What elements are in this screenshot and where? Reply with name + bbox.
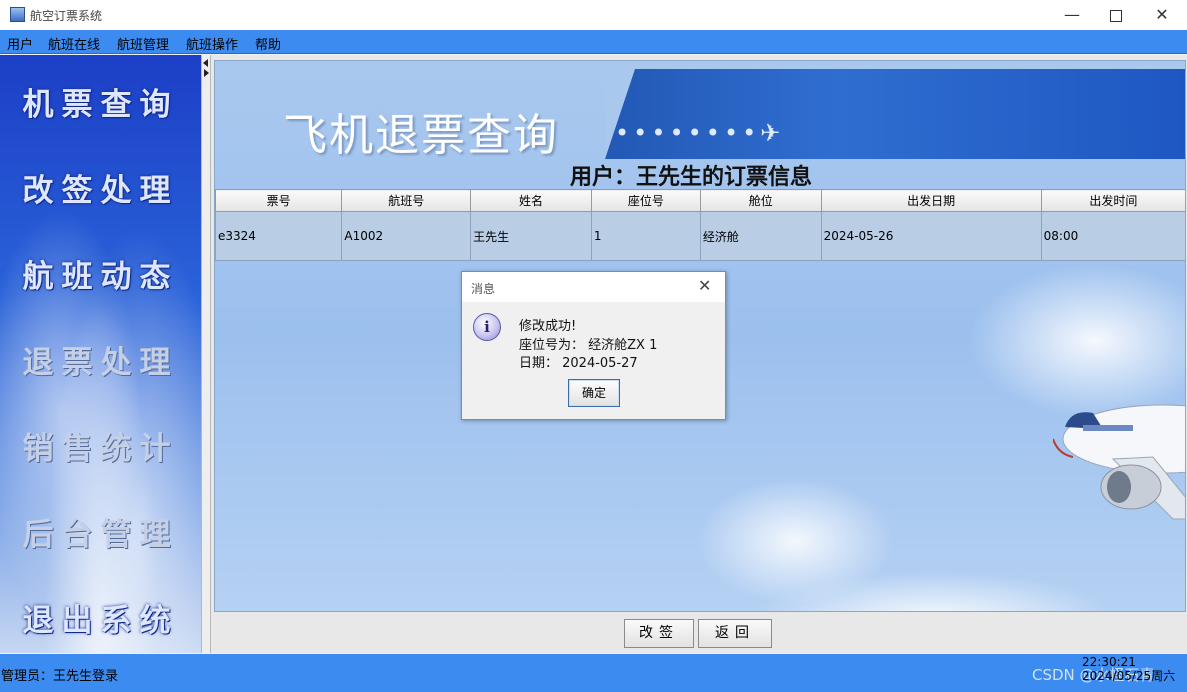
maximize-icon <box>1110 9 1122 22</box>
maximize-button[interactable] <box>1093 0 1139 30</box>
menu-flight-manage[interactable]: 航班管理 <box>117 34 169 53</box>
dialog-title: 消息 <box>471 282 496 296</box>
menu-flight-operate[interactable]: 航班操作 <box>186 34 238 53</box>
col-depart-time[interactable]: 出发时间 <box>1040 189 1185 212</box>
window-titlebar: 航空订票系统 — ✕ <box>0 0 1187 30</box>
collapse-right-icon[interactable] <box>204 69 209 77</box>
info-icon: i <box>473 313 501 341</box>
message-dialog: 消息 ✕ i 修改成功! 座位号为： 经济舱ZX 1 日期： 2024-05-2… <box>461 271 726 420</box>
col-depart-date[interactable]: 出发日期 <box>820 189 1042 212</box>
close-button[interactable]: ✕ <box>1139 0 1185 30</box>
cell-flight-no[interactable]: A1002 <box>341 211 472 261</box>
menu-help[interactable]: 帮助 <box>255 34 281 53</box>
cell-cabin[interactable]: 经济舱 <box>699 211 822 261</box>
window-title: 航空订票系统 <box>30 9 103 23</box>
col-seat-no[interactable]: 座位号 <box>590 189 701 212</box>
col-ticket-no[interactable]: 票号 <box>215 189 343 212</box>
sidebar: 机票查询 改签处理 航班动态 退票处理 销售统计 后台管理 退出系统 <box>0 55 201 653</box>
dialog-ok-button[interactable]: 确定 <box>568 379 620 407</box>
menu-bar: 用户 航班在线 航班管理 航班操作 帮助 <box>0 30 1187 54</box>
sidebar-item-ticket-query[interactable]: 机票查询 <box>0 79 201 124</box>
sidebar-item-flight-status[interactable]: 航班动态 <box>0 251 201 296</box>
table-row[interactable]: e3324 A1002 王先生 1 经济舱 2024-05-26 08:00 <box>215 211 1185 261</box>
menu-flight-online[interactable]: 航班在线 <box>48 34 100 53</box>
status-bar: 管理员：王先生登录 CSDN @水怪石青 22:30:21 2024/05/25… <box>0 654 1187 692</box>
dialog-titlebar: 消息 ✕ <box>462 272 725 302</box>
user-booking-title: 用户：王先生的订票信息 <box>570 165 813 190</box>
back-button[interactable]: 返回 <box>698 619 772 648</box>
sidebar-item-sales-stats[interactable]: 销售统计 <box>0 423 201 468</box>
col-name[interactable]: 姓名 <box>470 189 592 212</box>
dialog-message-line-3: 日期： 2024-05-27 <box>519 356 638 371</box>
col-flight-no[interactable]: 航班号 <box>341 189 472 212</box>
airplane-icon <box>1053 404 1185 520</box>
cell-depart-time[interactable]: 08:00 <box>1040 211 1185 261</box>
app-icon <box>10 7 25 22</box>
dialog-close-icon[interactable]: ✕ <box>698 276 711 295</box>
sidebar-item-rebook[interactable]: 改签处理 <box>0 165 201 210</box>
cell-seat-no[interactable]: 1 <box>590 211 701 261</box>
rebook-button[interactable]: 改签 <box>624 619 694 648</box>
clock: 22:30:21 2024/05/25周六 <box>1082 655 1175 683</box>
sidebar-item-admin[interactable]: 后台管理 <box>0 509 201 554</box>
banner-title: 飞机退票查询 <box>283 110 559 161</box>
collapse-left-icon[interactable] <box>203 59 208 67</box>
login-status: 管理员：王先生登录 <box>1 669 119 684</box>
clock-date: 2024/05/25周六 <box>1082 669 1176 683</box>
cell-ticket-no[interactable]: e3324 <box>215 211 343 261</box>
minimize-button[interactable]: — <box>1049 0 1095 30</box>
split-divider[interactable] <box>201 55 211 653</box>
col-cabin[interactable]: 舱位 <box>699 189 822 212</box>
stripe-plane-icon: ••••••••✈ <box>615 119 785 147</box>
cell-name[interactable]: 王先生 <box>470 211 592 261</box>
dialog-message-line-2: 座位号为： 经济舱ZX 1 <box>519 338 658 353</box>
clock-time: 22:30:21 <box>1082 655 1136 669</box>
menu-user[interactable]: 用户 <box>7 34 33 53</box>
cell-depart-date[interactable]: 2024-05-26 <box>820 211 1042 261</box>
dialog-message-line-1: 修改成功! <box>519 319 577 334</box>
sidebar-item-exit[interactable]: 退出系统 <box>0 595 201 640</box>
booking-table: 票号 航班号 姓名 座位号 舱位 出发日期 出发时间 e3324 A1002 王… <box>215 189 1185 261</box>
table-header-row: 票号 航班号 姓名 座位号 舱位 出发日期 出发时间 <box>215 189 1185 212</box>
sidebar-item-refund[interactable]: 退票处理 <box>0 337 201 382</box>
